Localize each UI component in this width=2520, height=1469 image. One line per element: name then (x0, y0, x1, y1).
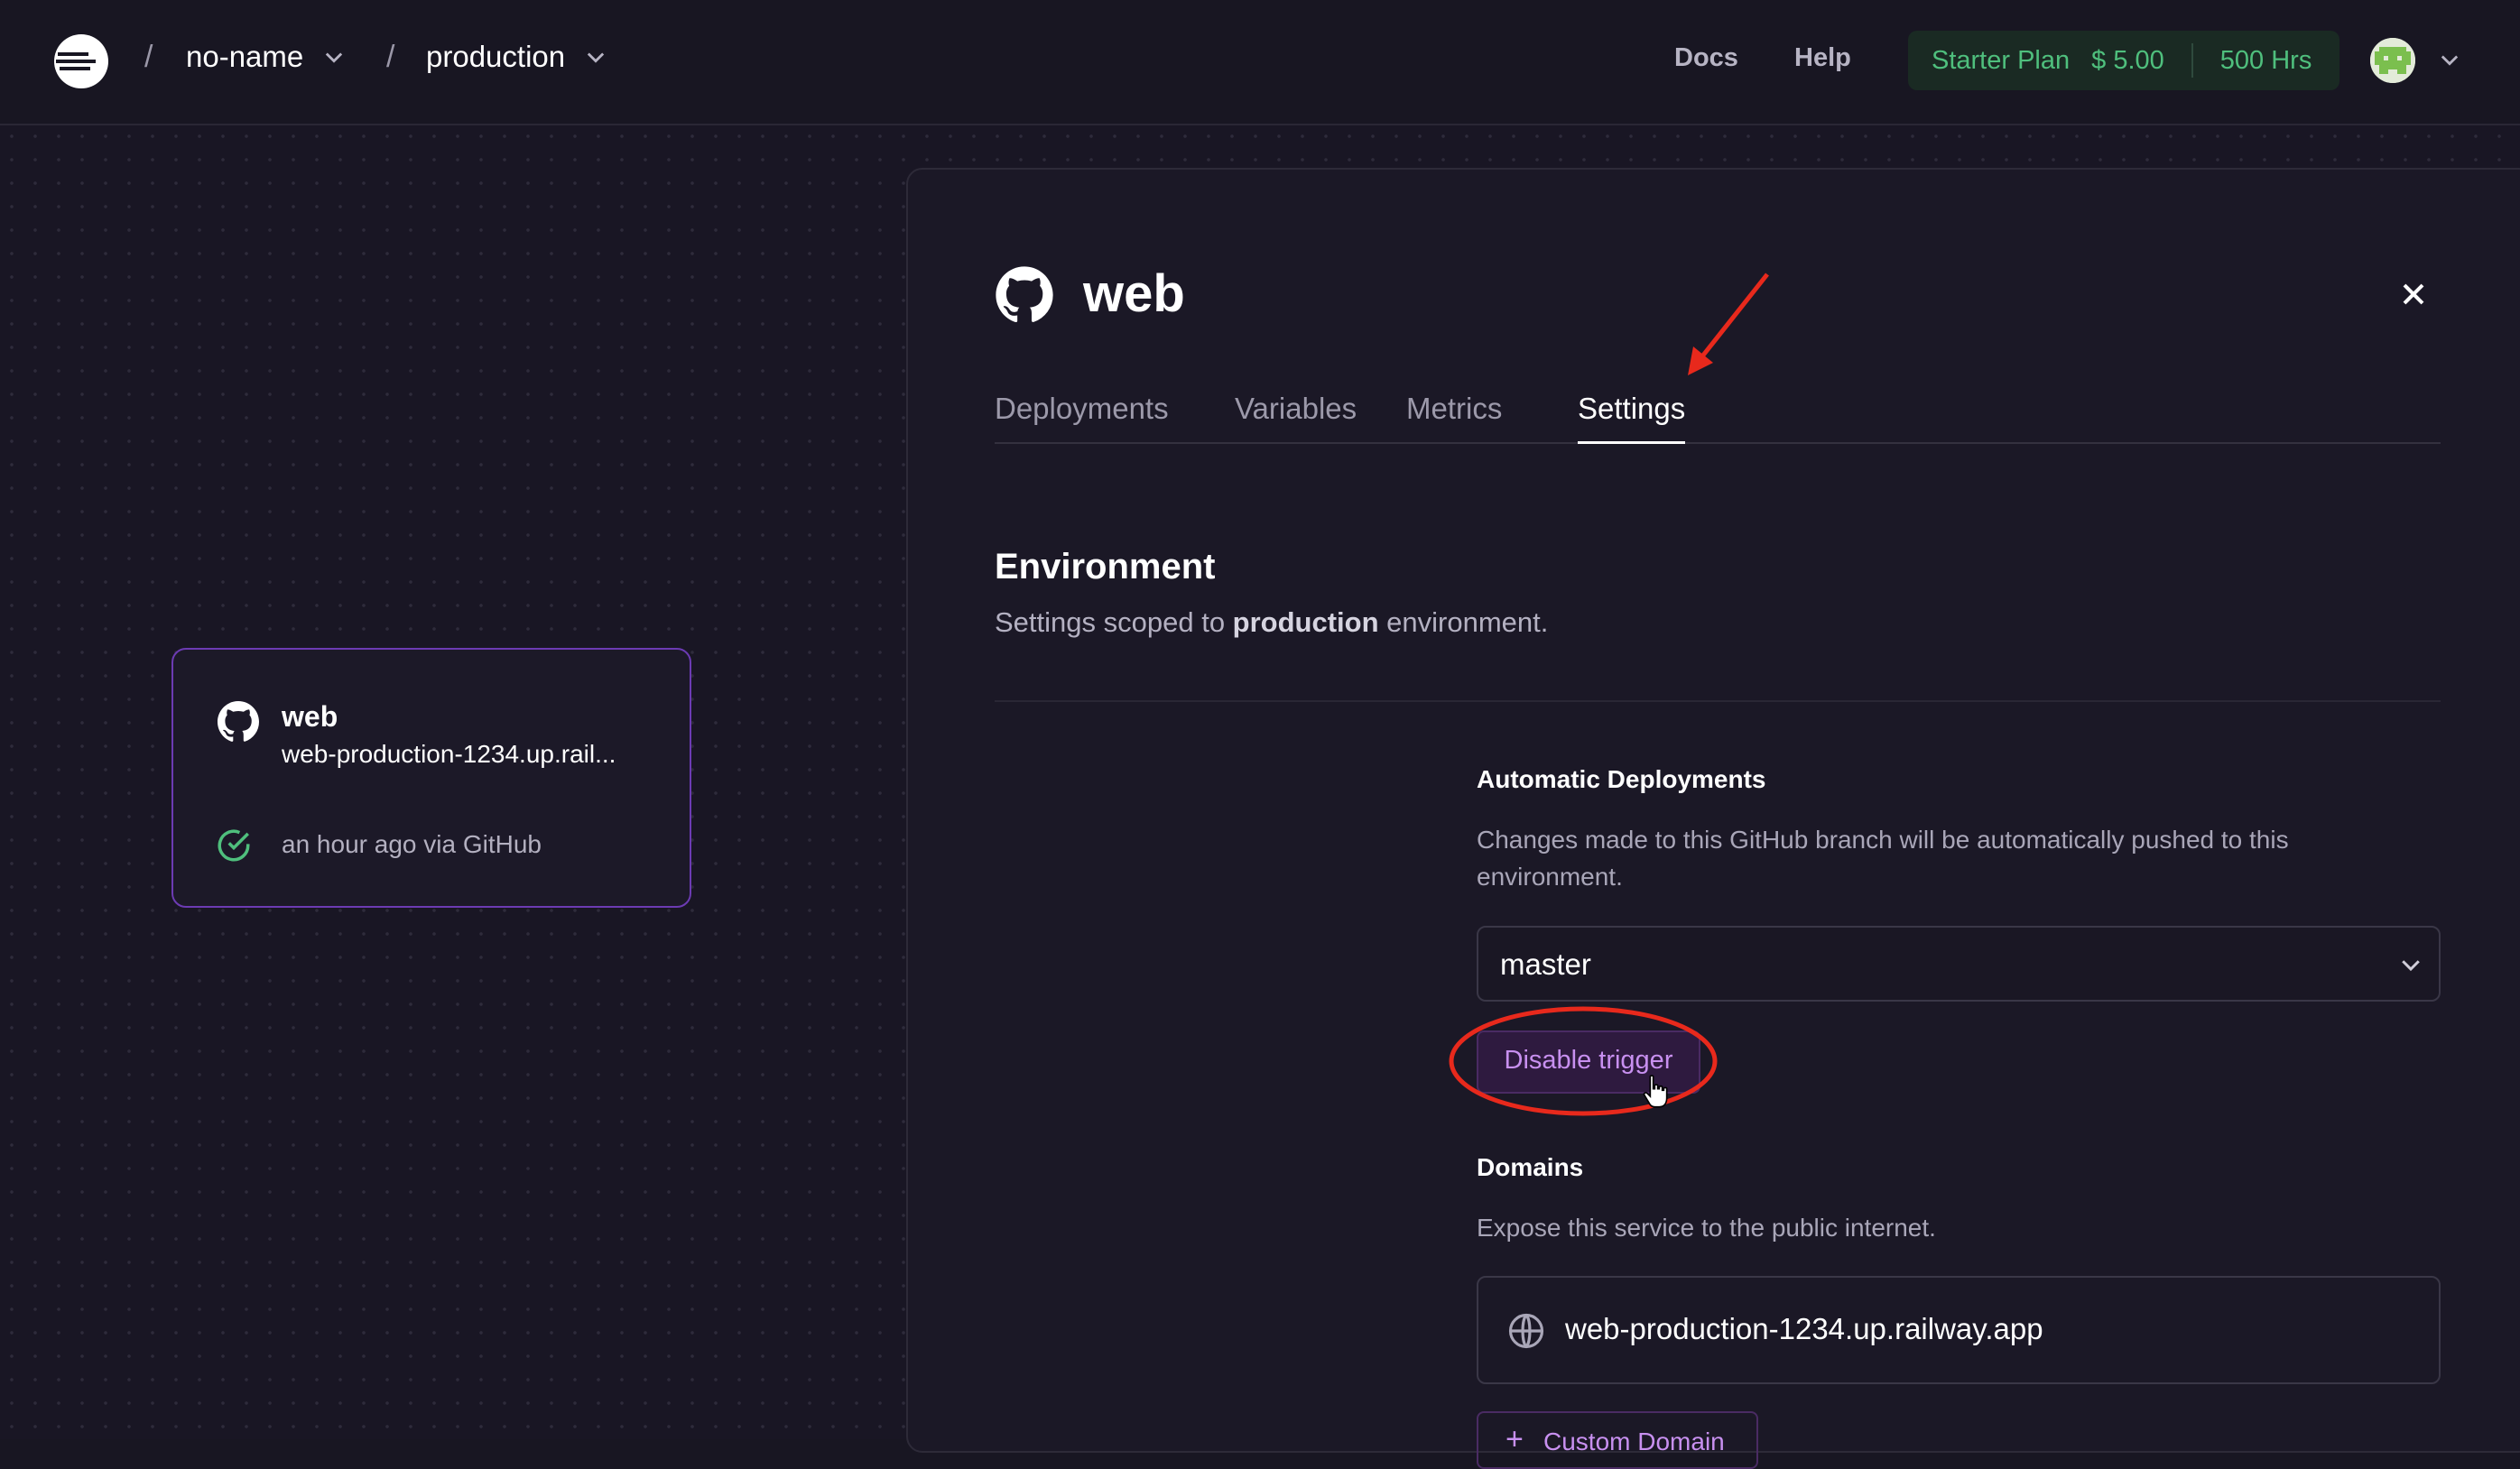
check-circle-icon (218, 829, 250, 862)
tab-metrics[interactable]: Metrics (1406, 392, 1502, 442)
add-domain-label: Custom Domain (1543, 1427, 1725, 1455)
project-switcher[interactable]: no-name (186, 40, 347, 74)
environment-switcher[interactable]: production (426, 40, 608, 74)
plan-amount: $ 5.00 (2091, 45, 2164, 75)
chevron-down-icon (2402, 960, 2420, 972)
domain-url: web-production-1234.up.railway.app (1565, 1312, 2043, 1345)
chevron-down-icon (326, 52, 343, 63)
avatar-icon (2370, 38, 2415, 83)
branch-select[interactable]: master (1477, 926, 2441, 1002)
plan-badge[interactable]: Starter Plan $ 5.00 500 Hrs (1908, 31, 2339, 90)
node-status: an hour ago via GitHub (282, 830, 542, 858)
panel-title: web (1083, 264, 1185, 323)
close-icon[interactable] (2395, 276, 2432, 312)
chevron-down-icon (587, 52, 605, 63)
env-sub-prefix: Settings scoped to (995, 606, 1233, 638)
service-node-web[interactable]: web web-production-1234.up.rail... an ho… (171, 648, 691, 908)
tab-settings[interactable]: Settings (1578, 392, 1686, 444)
section-divider (995, 700, 2441, 702)
plus-icon: + (1506, 1422, 1524, 1456)
user-avatar[interactable] (2370, 38, 2415, 83)
railway-logo-icon[interactable] (51, 32, 112, 90)
environment-description: Settings scoped to production environmen… (995, 606, 1548, 639)
chevron-down-icon[interactable] (2437, 47, 2462, 72)
top-bar: / no-name / production Docs Help Starter… (0, 0, 2520, 125)
auto-deploy-description: Changes made to this GitHub branch will … (1477, 826, 2289, 891)
breadcrumb-separator: / (386, 40, 395, 74)
env-sub-bold: production (1232, 606, 1379, 638)
env-sub-suffix: environment. (1378, 606, 1549, 638)
plan-name: Starter Plan (1932, 45, 2071, 75)
globe-icon (1508, 1313, 1544, 1349)
breadcrumb-separator: / (144, 40, 153, 74)
project-name: no-name (186, 40, 304, 73)
plan-divider (2191, 43, 2193, 78)
environment-heading: Environment (995, 547, 1216, 587)
panel-tabs: Deployments Variables Metrics Settings (995, 392, 2441, 444)
domains-heading: Domains (1477, 1153, 1584, 1181)
hand-cursor-icon (1643, 1075, 1668, 1108)
environment-name: production (426, 40, 566, 73)
domain-item[interactable]: web-production-1234.up.railway.app (1477, 1276, 2441, 1384)
tab-variables[interactable]: Variables (1235, 392, 1357, 442)
plan-hours: 500 Hrs (2219, 45, 2312, 75)
docs-link[interactable]: Docs (1674, 43, 1738, 73)
add-custom-domain-button[interactable]: + Custom Domain (1477, 1411, 1758, 1469)
help-link[interactable]: Help (1794, 43, 1851, 73)
auto-deploy-heading: Automatic Deployments (1477, 765, 1766, 793)
node-url: web-production-1234.up.rail... (282, 740, 616, 768)
node-title: web (282, 700, 338, 733)
domains-description: Expose this service to the public intern… (1477, 1214, 1936, 1242)
service-panel: web Deployments Variables Metrics Settin… (906, 168, 2520, 1469)
github-icon (996, 266, 1053, 323)
github-icon (218, 701, 259, 742)
tab-deployments[interactable]: Deployments (995, 392, 1169, 442)
branch-value: master (1500, 947, 1591, 981)
